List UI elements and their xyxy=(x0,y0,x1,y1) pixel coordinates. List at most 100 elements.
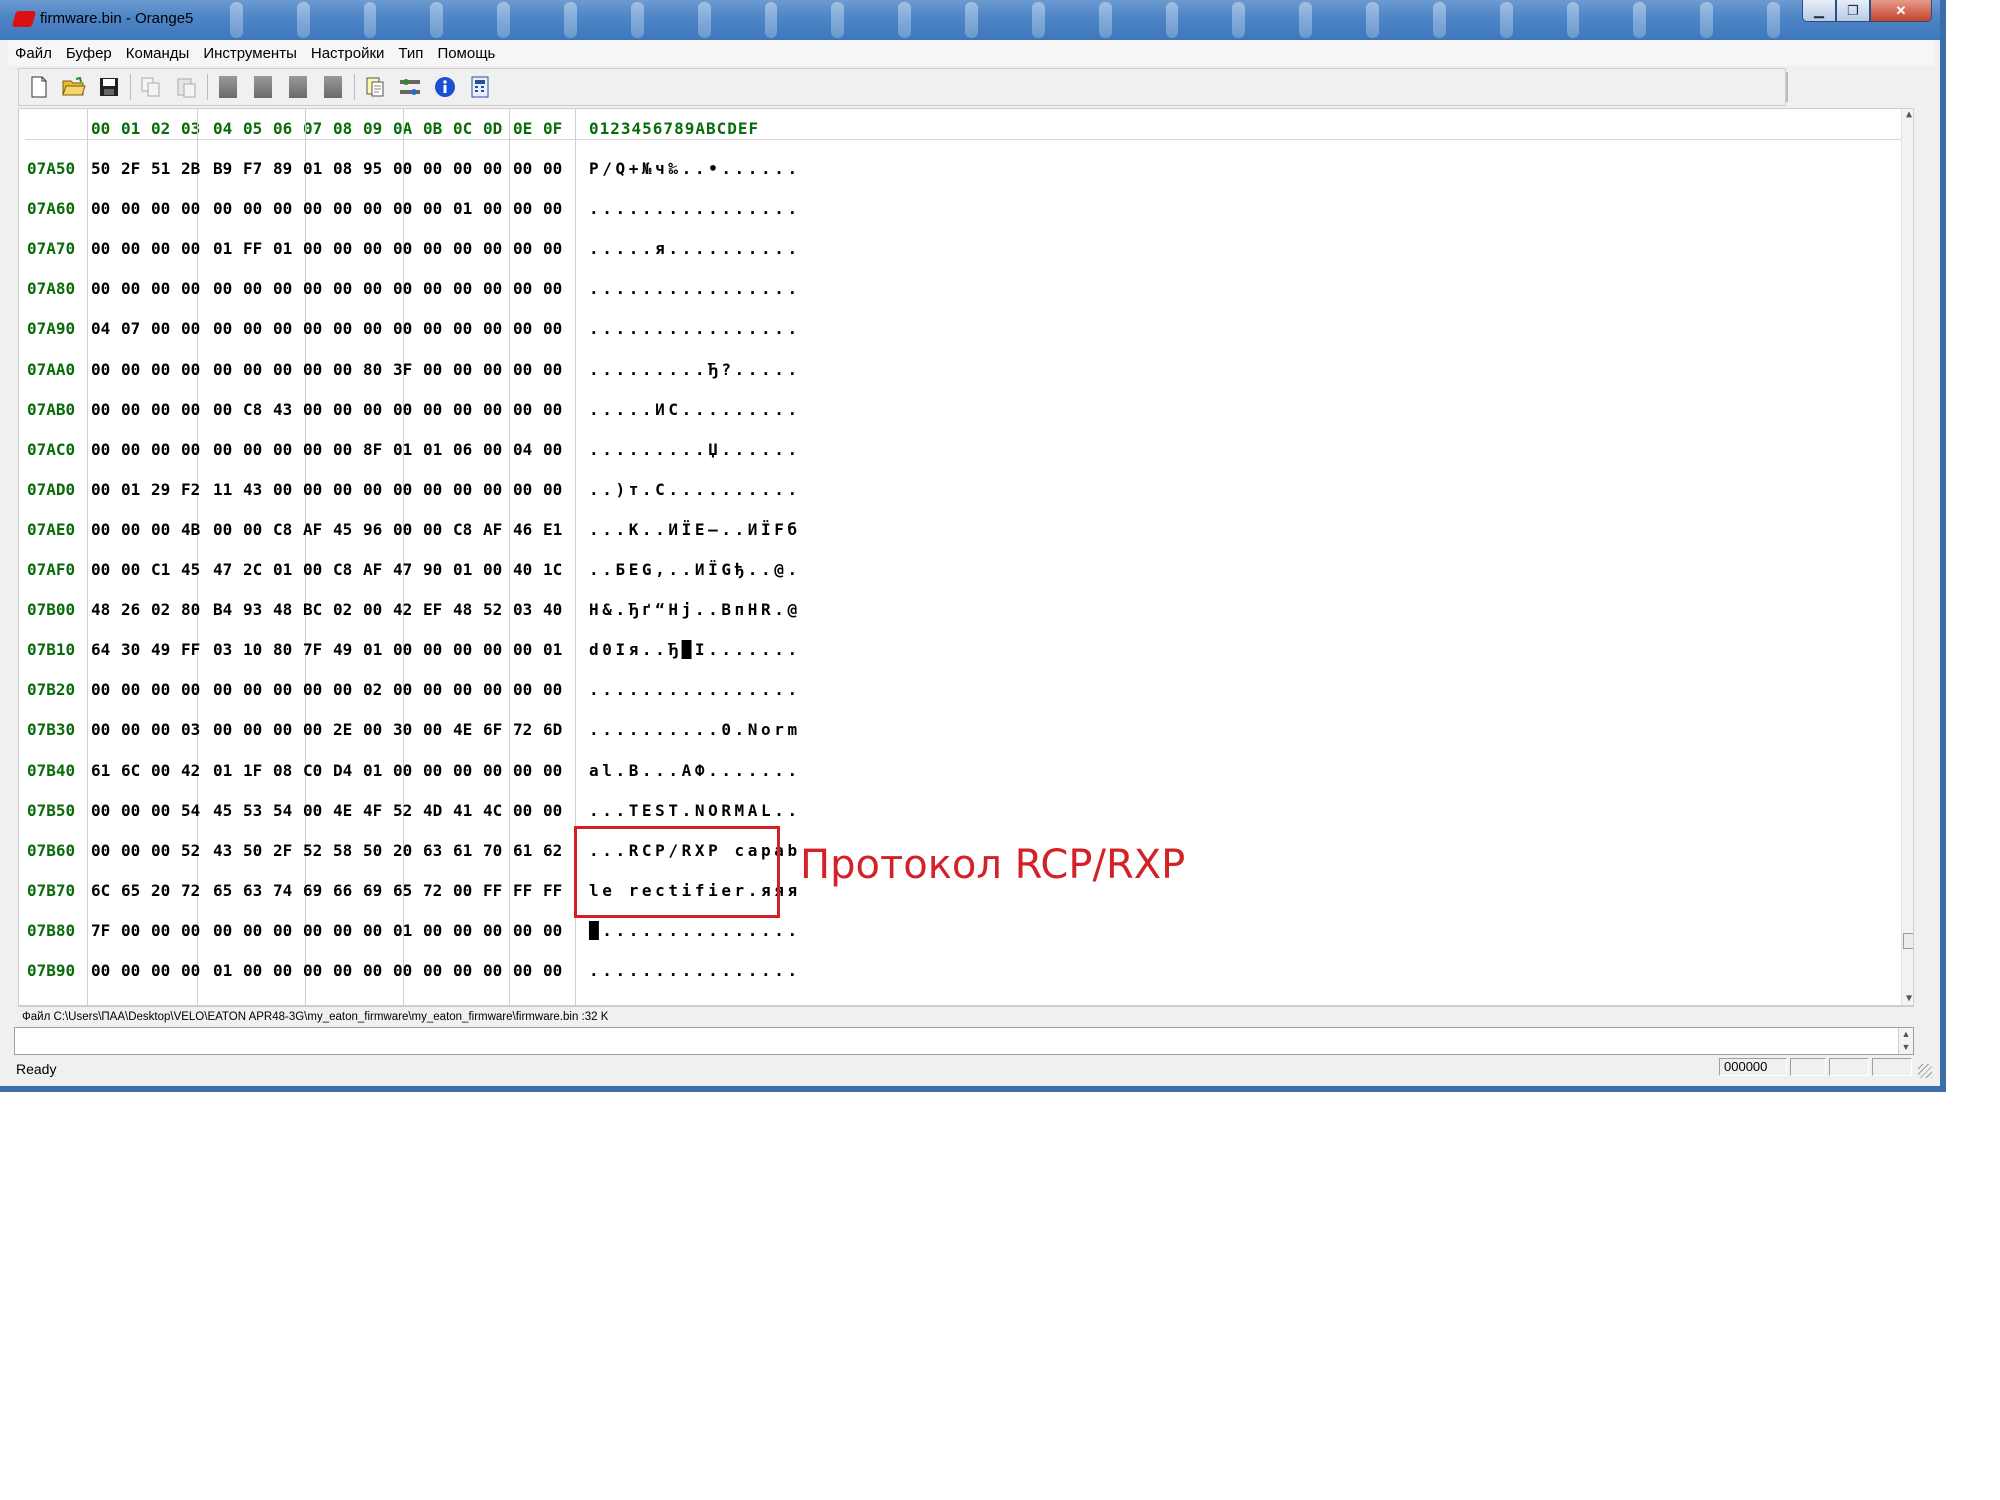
hex-byte[interactable]: 00 xyxy=(393,640,412,659)
hex-byte[interactable]: 00 xyxy=(213,400,232,419)
resize-grip[interactable] xyxy=(1918,1064,1932,1078)
hex-byte[interactable]: 43 xyxy=(243,480,262,499)
hex-byte[interactable]: 96 xyxy=(363,520,382,539)
hex-byte[interactable]: 00 xyxy=(423,961,442,980)
hex-byte[interactable]: 01 xyxy=(543,640,562,659)
hex-byte[interactable]: 00 xyxy=(273,440,292,459)
row-ascii[interactable]: ...K..ИЇE–..ИЇFб xyxy=(589,520,801,539)
hex-byte[interactable]: E1 xyxy=(543,520,562,539)
hex-byte[interactable]: 00 xyxy=(513,761,532,780)
hex-byte[interactable]: 00 xyxy=(303,360,322,379)
hex-byte[interactable]: 00 xyxy=(483,640,502,659)
hex-byte[interactable]: 00 xyxy=(423,400,442,419)
menu-buffer[interactable]: Буфер xyxy=(59,45,119,62)
hex-byte[interactable]: 00 xyxy=(181,239,200,258)
hex-byte[interactable]: 00 xyxy=(483,680,502,699)
hex-byte[interactable]: 2F xyxy=(273,841,292,860)
hex-byte[interactable]: 00 xyxy=(453,680,472,699)
hex-byte[interactable]: 00 xyxy=(513,921,532,940)
block-4-icon[interactable] xyxy=(319,73,347,101)
hex-byte[interactable]: 00 xyxy=(393,400,412,419)
maximize-button[interactable]: ❐ xyxy=(1836,0,1870,22)
hex-byte[interactable]: 00 xyxy=(363,480,382,499)
hex-byte[interactable]: 00 xyxy=(121,680,140,699)
hex-byte[interactable]: 00 xyxy=(483,199,502,218)
hex-byte[interactable]: 00 xyxy=(121,841,140,860)
hex-byte[interactable]: 00 xyxy=(393,761,412,780)
hex-byte[interactable]: 00 xyxy=(453,480,472,499)
hex-byte[interactable]: 54 xyxy=(181,801,200,820)
hex-byte[interactable]: 02 xyxy=(333,600,352,619)
hex-byte[interactable]: 00 xyxy=(273,720,292,739)
hex-byte[interactable]: 00 xyxy=(513,279,532,298)
hex-byte[interactable]: 00 xyxy=(333,480,352,499)
hex-byte[interactable]: 65 xyxy=(121,881,140,900)
hex-byte[interactable]: 00 xyxy=(151,279,170,298)
hex-byte[interactable]: 52 xyxy=(303,841,322,860)
hex-byte[interactable]: 95 xyxy=(363,159,382,178)
hex-byte[interactable]: 00 xyxy=(243,319,262,338)
hex-byte[interactable]: 00 xyxy=(513,319,532,338)
hex-byte[interactable]: B9 xyxy=(213,159,232,178)
row-ascii[interactable]: .........Ђ?..... xyxy=(589,360,801,379)
hex-byte[interactable]: 43 xyxy=(273,400,292,419)
hex-byte[interactable]: 00 xyxy=(213,720,232,739)
hex-byte[interactable]: 00 xyxy=(121,400,140,419)
hex-byte[interactable]: 00 xyxy=(423,360,442,379)
hex-byte[interactable]: 00 xyxy=(513,159,532,178)
hex-byte[interactable]: B4 xyxy=(213,600,232,619)
hex-byte[interactable]: 00 xyxy=(483,961,502,980)
hex-byte[interactable]: 00 xyxy=(243,921,262,940)
hex-byte[interactable]: 00 xyxy=(333,239,352,258)
hex-byte[interactable]: 00 xyxy=(363,400,382,419)
close-button[interactable]: ✕ xyxy=(1870,0,1932,22)
hex-byte[interactable]: 00 xyxy=(151,360,170,379)
hex-byte[interactable]: 00 xyxy=(273,480,292,499)
hex-byte[interactable]: 2F xyxy=(121,159,140,178)
hex-byte[interactable]: 10 xyxy=(243,640,262,659)
hex-byte[interactable]: 00 xyxy=(453,360,472,379)
hex-byte[interactable]: 00 xyxy=(121,520,140,539)
hex-byte[interactable]: 61 xyxy=(453,841,472,860)
hex-byte[interactable]: 00 xyxy=(151,761,170,780)
hex-byte[interactable]: D4 xyxy=(333,761,352,780)
hex-byte[interactable]: 52 xyxy=(181,841,200,860)
hex-byte[interactable]: C8 xyxy=(453,520,472,539)
hex-byte[interactable]: 58 xyxy=(333,841,352,860)
info-icon[interactable] xyxy=(431,73,459,101)
hex-byte[interactable]: 00 xyxy=(273,921,292,940)
hex-byte[interactable]: 00 xyxy=(453,640,472,659)
hex-byte[interactable]: C0 xyxy=(303,761,322,780)
hex-byte[interactable]: 00 xyxy=(393,480,412,499)
hex-byte[interactable]: 72 xyxy=(423,881,442,900)
hex-byte[interactable]: 00 xyxy=(151,921,170,940)
hex-byte[interactable]: 00 xyxy=(543,199,562,218)
hex-byte[interactable]: 08 xyxy=(333,159,352,178)
hex-byte[interactable]: 46 xyxy=(513,520,532,539)
hex-byte[interactable]: 48 xyxy=(91,600,110,619)
hex-byte[interactable]: 00 xyxy=(181,199,200,218)
hex-byte[interactable]: 02 xyxy=(363,680,382,699)
hex-byte[interactable]: 2B xyxy=(181,159,200,178)
hex-byte[interactable]: 00 xyxy=(181,680,200,699)
hex-byte[interactable]: 00 xyxy=(91,400,110,419)
hex-byte[interactable]: 00 xyxy=(333,440,352,459)
hex-byte[interactable]: 01 xyxy=(213,961,232,980)
hex-byte[interactable]: 00 xyxy=(513,400,532,419)
hex-byte[interactable]: 00 xyxy=(483,440,502,459)
hex-byte[interactable]: 00 xyxy=(513,199,532,218)
hex-byte[interactable]: 50 xyxy=(91,159,110,178)
hex-vertical-scrollbar[interactable]: ▲ ▼ xyxy=(1901,109,1913,1005)
hex-byte[interactable]: 00 xyxy=(213,360,232,379)
hex-byte[interactable]: C8 xyxy=(333,560,352,579)
hex-byte[interactable]: 00 xyxy=(303,199,322,218)
new-file-icon[interactable] xyxy=(25,73,53,101)
hex-byte[interactable]: 00 xyxy=(513,801,532,820)
hex-byte[interactable]: 03 xyxy=(181,720,200,739)
hex-byte[interactable]: 45 xyxy=(213,801,232,820)
hex-byte[interactable]: 00 xyxy=(363,239,382,258)
hex-byte[interactable]: 00 xyxy=(213,440,232,459)
hex-byte[interactable]: 00 xyxy=(423,199,442,218)
row-ascii[interactable]: ..БEG,..ИЇGђ..@. xyxy=(589,560,801,579)
hex-byte[interactable]: 00 xyxy=(393,961,412,980)
